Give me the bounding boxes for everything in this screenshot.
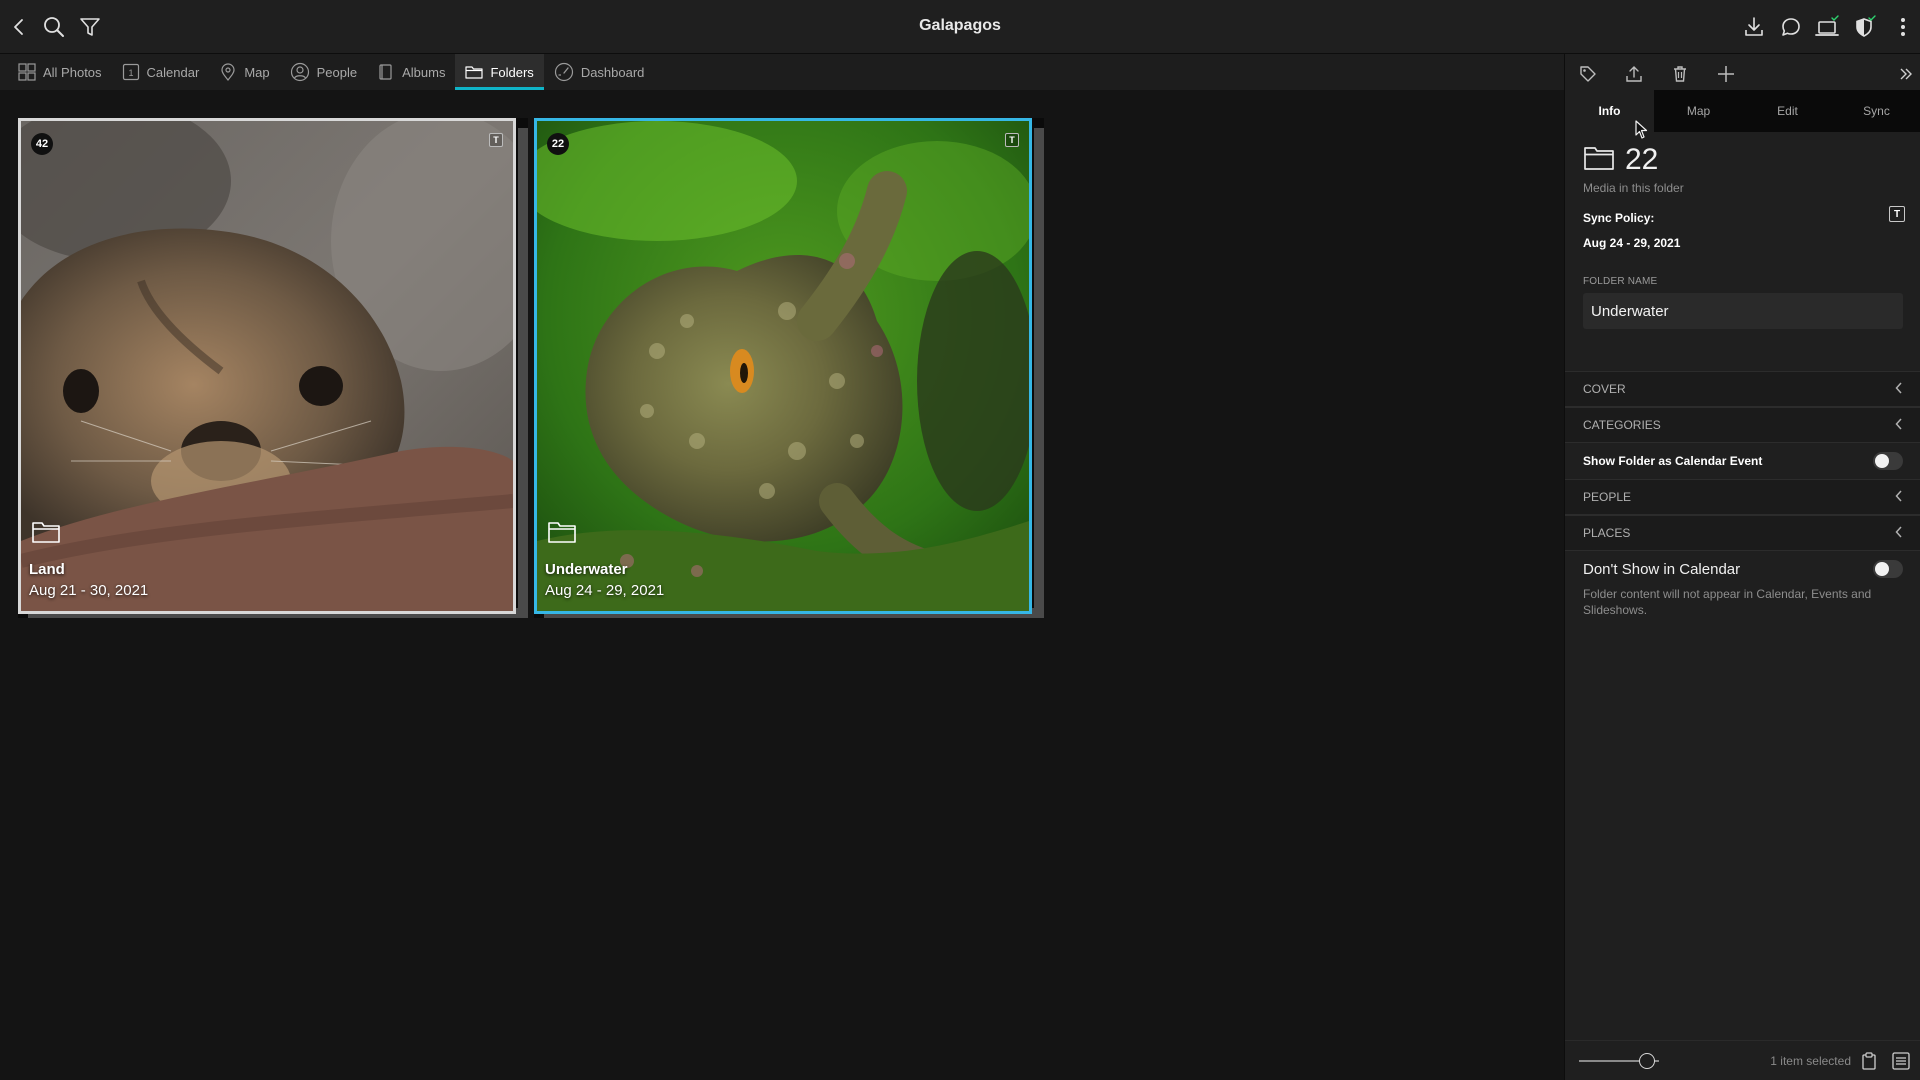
folder-name: Underwater: [545, 561, 628, 578]
nav-label: Calendar: [146, 64, 200, 80]
section-categories[interactable]: CATEGORIES: [1565, 407, 1920, 443]
nav-all-photos[interactable]: All Photos: [8, 54, 112, 90]
nav-calendar[interactable]: 1 Calendar: [112, 54, 210, 90]
search-icon[interactable]: [39, 12, 69, 42]
map-pin-icon: [221, 63, 235, 81]
folder-name: Land: [29, 561, 65, 578]
section-label: PLACES: [1583, 526, 1631, 540]
albums-icon: [379, 64, 392, 80]
dont-show-calendar-row: Don't Show in Calendar: [1565, 551, 1920, 587]
nav-label: Dashboard: [580, 64, 645, 80]
chevron-left-icon: [1895, 381, 1903, 397]
folder-icon: [547, 519, 577, 550]
chevron-left-icon: [1895, 489, 1903, 505]
octopus-photo: 22 T Underwater Aug 24 - 29, 2021: [534, 118, 1032, 614]
nav-label: Folders: [490, 64, 534, 80]
folder-icon: [1583, 144, 1615, 177]
expand-icon[interactable]: [1895, 63, 1917, 85]
calendar-event-label: Show Folder as Calendar Event: [1583, 454, 1763, 468]
section-places[interactable]: PLACES: [1565, 515, 1920, 551]
list-view-icon[interactable]: [1891, 1051, 1911, 1071]
nav-map[interactable]: Map: [209, 54, 279, 90]
sync-policy-badge: T: [1005, 133, 1019, 147]
laptop-sync-icon[interactable]: [1813, 12, 1843, 42]
folder-dates: Aug 24 - 29, 2021: [545, 582, 665, 599]
card-stack-edge: [518, 128, 528, 618]
tab-edit[interactable]: Edit: [1743, 90, 1832, 132]
inspector-toolbar: [1565, 54, 1920, 90]
sync-policy-badge[interactable]: T: [1889, 206, 1905, 222]
inspector-tabs: Info Map Edit Sync: [1565, 90, 1920, 132]
section-label: PEOPLE: [1583, 490, 1632, 504]
sync-policy-badge: T: [489, 133, 503, 147]
folder-grid: 42 T Land Aug 21 - 30, 2021 22 T Underwa…: [0, 90, 1564, 1080]
share-icon[interactable]: [1623, 63, 1645, 85]
plus-icon[interactable]: [1715, 63, 1737, 85]
section-label: CATEGORIES: [1583, 418, 1661, 432]
inspector-panel: Info Map Edit Sync 22 Media in this fold…: [1564, 54, 1920, 1080]
clipboard-icon[interactable]: [1859, 1051, 1879, 1071]
nav-dashboard[interactable]: Dashboard: [544, 54, 655, 90]
dont-show-calendar-description: Folder content will not appear in Calend…: [1583, 587, 1872, 617]
folder-info: 22 Media in this folder Sync Policy: T A…: [1583, 142, 1905, 329]
chevron-left-icon: [1895, 417, 1903, 433]
folder-card-land[interactable]: 42 T Land Aug 21 - 30, 2021: [18, 118, 528, 618]
svg-text:1: 1: [128, 68, 133, 78]
folder-date-range: Aug 24 - 29, 2021: [1583, 236, 1681, 250]
calendar-event-toggle[interactable]: [1873, 452, 1903, 470]
calendar-event-row: Show Folder as Calendar Event: [1565, 443, 1920, 479]
sync-policy-label: Sync Policy:: [1583, 211, 1655, 225]
folder-icon: [465, 66, 484, 79]
import-icon[interactable]: [1739, 12, 1769, 42]
dashboard-icon: [554, 62, 573, 82]
title-bar: Galapagos: [0, 0, 1920, 54]
folder-card-underwater[interactable]: 22 T Underwater Aug 24 - 29, 2021: [534, 118, 1044, 618]
nav-albums[interactable]: Albums: [367, 54, 455, 90]
calendar-icon: 1: [122, 63, 139, 81]
card-stack-edge: [1034, 128, 1044, 618]
dont-show-calendar-toggle[interactable]: [1873, 560, 1903, 578]
section-cover[interactable]: COVER: [1565, 371, 1920, 407]
more-icon[interactable]: [1888, 12, 1918, 42]
folder-name-field[interactable]: [1583, 293, 1903, 329]
folder-dates: Aug 21 - 30, 2021: [29, 582, 149, 599]
media-count: 22: [1625, 143, 1659, 176]
tag-icon[interactable]: [1577, 63, 1599, 85]
window-title: Galapagos: [919, 17, 1001, 34]
tab-sync[interactable]: Sync: [1832, 90, 1920, 132]
nav-label: Map: [244, 64, 270, 80]
nav-label: Albums: [402, 64, 446, 80]
chevron-left-icon: [1895, 525, 1903, 541]
section-label: COVER: [1583, 382, 1626, 396]
inspector-footer: 1 item selected: [1565, 1040, 1920, 1080]
tab-map[interactable]: Map: [1654, 90, 1743, 132]
folder-icon: [31, 519, 61, 550]
folder-name-label: FOLDER NAME: [1583, 276, 1658, 287]
sea-lion-photo: 42 T Land Aug 21 - 30, 2021: [18, 118, 516, 614]
person-icon: [290, 62, 309, 82]
view-nav-bar: All Photos 1 Calendar Map People Albums …: [0, 54, 1564, 90]
trash-icon[interactable]: [1669, 63, 1691, 85]
zoom-slider-thumb[interactable]: [1639, 1053, 1655, 1069]
media-count-badge: 42: [31, 133, 53, 155]
back-icon[interactable]: [4, 12, 34, 42]
filter-icon[interactable]: [75, 12, 105, 42]
nav-label: All Photos: [43, 64, 102, 80]
selection-count: 1 item selected: [1770, 1054, 1851, 1068]
nav-people[interactable]: People: [280, 54, 367, 90]
dont-show-calendar-label: Don't Show in Calendar: [1583, 560, 1741, 578]
shield-icon[interactable]: [1850, 12, 1880, 42]
nav-label: People: [316, 64, 358, 80]
section-people[interactable]: PEOPLE: [1565, 479, 1920, 515]
chat-icon[interactable]: [1776, 12, 1806, 42]
media-count-label: Media in this folder: [1583, 181, 1684, 195]
grid-icon: [18, 63, 36, 81]
nav-folders[interactable]: Folders: [455, 54, 545, 90]
media-count-badge: 22: [547, 133, 569, 155]
